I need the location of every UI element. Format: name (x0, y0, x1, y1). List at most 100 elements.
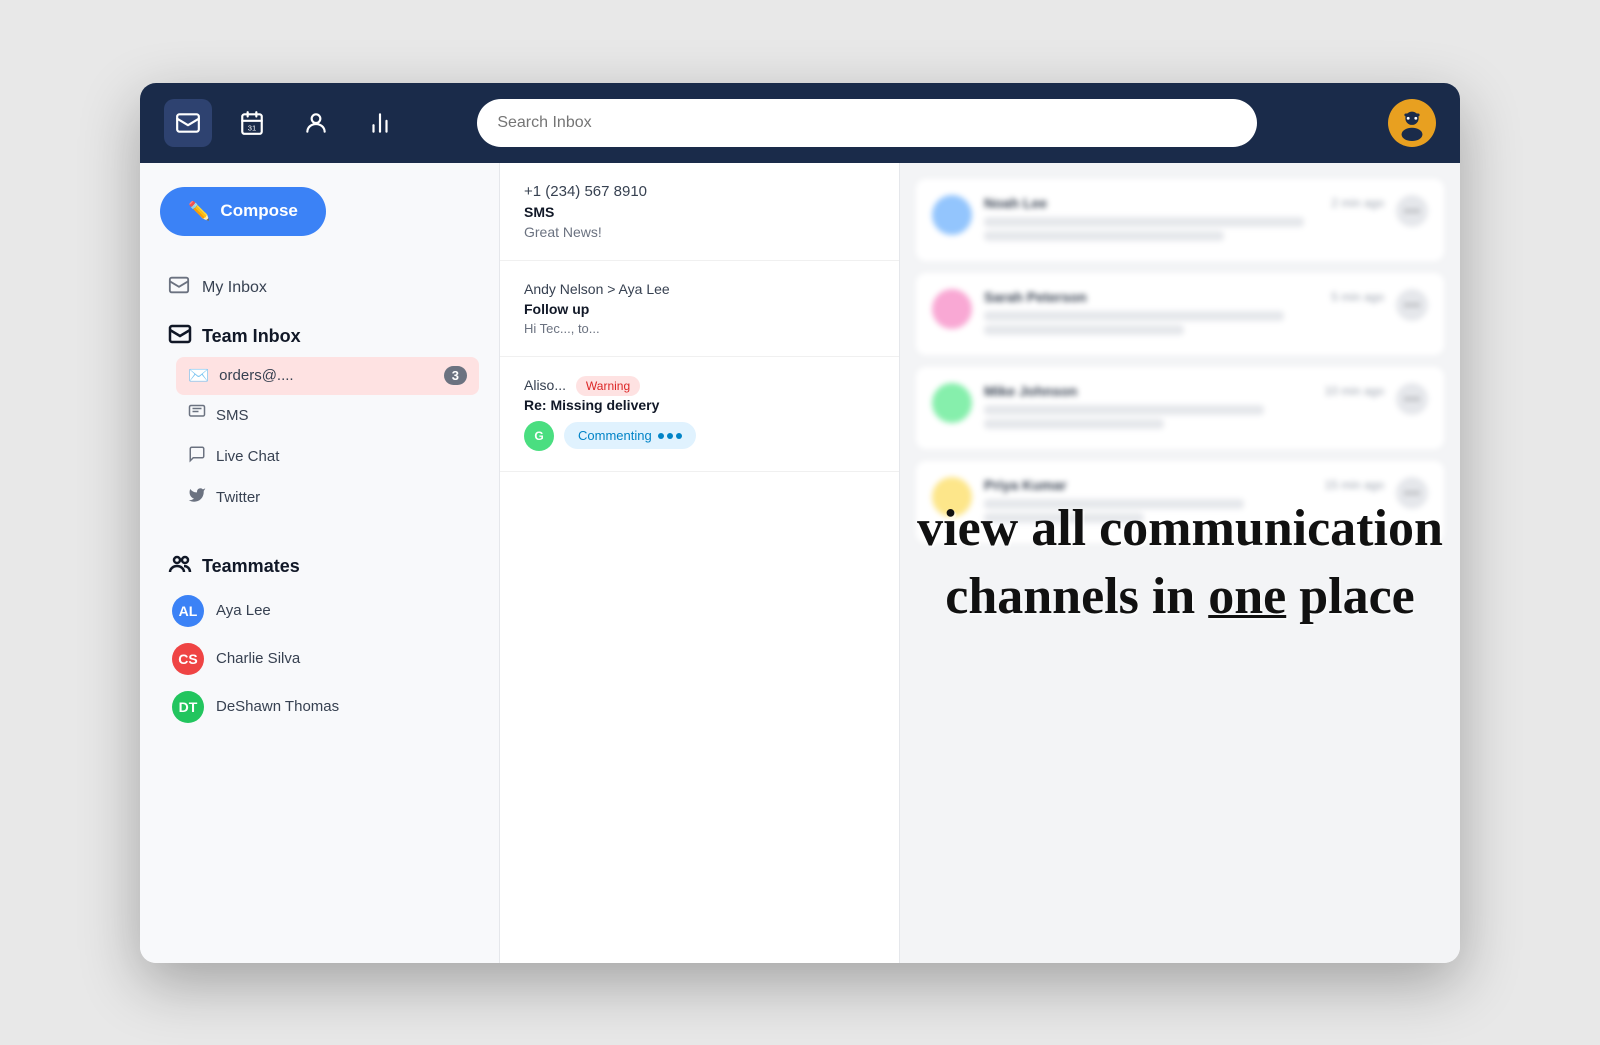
inbox-icon (168, 274, 190, 302)
typing-dots (658, 433, 682, 439)
right-text-line-2b (984, 325, 1184, 335)
conv-subject-delivery: Re: Missing delivery (524, 397, 875, 413)
conversation-item-sms[interactable]: +1 (234) 567 8910 SMS Great News! (500, 163, 899, 261)
overlay-line2: channels in one place (945, 563, 1415, 631)
right-name-row-4: Priya Kumar 15 min ago (984, 477, 1384, 493)
twitter-icon (188, 486, 206, 509)
live-chat-label: Live Chat (216, 448, 279, 465)
nav-analytics-btn[interactable] (356, 99, 404, 147)
inbox-sub-item-live-chat[interactable]: Live Chat (176, 436, 479, 477)
right-panel: Noah Lee 2 min ago ⋯ Sarah Peterson (900, 163, 1460, 963)
sidebar: ✏️ Compose My Inbox (140, 163, 500, 963)
compose-button[interactable]: ✏️ Compose (160, 187, 326, 236)
right-content-3: Mike Johnson 10 min ago (984, 383, 1384, 433)
overlay-underline-word: one (1208, 568, 1286, 625)
right-text-line-1a (984, 217, 1304, 227)
right-time-4: 15 min ago (1325, 478, 1384, 492)
teammate-item-aya[interactable]: AL Aya Lee (160, 587, 479, 635)
conv-body-followup: Hi Tec..., to... (524, 321, 875, 336)
right-item-1[interactable]: Noah Lee 2 min ago ⋯ (916, 179, 1444, 261)
right-panel-items: Noah Lee 2 min ago ⋯ Sarah Peterson (900, 163, 1460, 559)
orders-badge: 3 (444, 366, 467, 385)
right-text-line-3a (984, 405, 1264, 415)
teammate-name-charlie: Charlie Silva (216, 650, 300, 667)
right-avatar-4 (932, 477, 972, 517)
conv-phone: +1 (234) 567 8910 (524, 183, 875, 200)
conv-from-aliso: Aliso... Warning (524, 377, 875, 393)
inbox-sub-item-orders[interactable]: ✉️ orders@.... 3 (176, 357, 479, 395)
teammate-item-charlie[interactable]: CS Charlie Silva (160, 635, 479, 683)
right-text-line-4b (984, 513, 1144, 523)
conv-subject-followup: Follow up (524, 301, 875, 317)
teammate-avatar-aya: AL (172, 595, 204, 627)
conversation-item-missing-delivery[interactable]: Aliso... Warning Re: Missing delivery G … (500, 357, 899, 472)
more-btn-2[interactable]: ⋯ (1396, 289, 1428, 321)
right-time-2: 5 min ago (1331, 290, 1384, 304)
search-input[interactable] (477, 99, 1257, 147)
commenting-badge: Commenting (564, 422, 696, 449)
right-item-3[interactable]: Mike Johnson 10 min ago ⋯ (916, 367, 1444, 449)
teammates-label: Teammates (202, 556, 300, 577)
right-avatar-3 (932, 383, 972, 423)
dot-3 (676, 433, 682, 439)
middle-panel: +1 (234) 567 8910 SMS Great News! Andy N… (500, 163, 900, 963)
right-name-3: Mike Johnson (984, 383, 1077, 399)
my-inbox-label: My Inbox (202, 279, 267, 297)
right-content-4: Priya Kumar 15 min ago (984, 477, 1384, 527)
email-icon: ✉️ (188, 366, 209, 386)
right-time-3: 10 min ago (1325, 384, 1384, 398)
commenting-text: Commenting (578, 428, 652, 443)
right-text-line-1b (984, 231, 1224, 241)
user-avatar-nav[interactable] (1388, 99, 1436, 147)
team-inbox-icon (168, 322, 192, 351)
teammates-icon (168, 552, 192, 581)
main-area: ✏️ Compose My Inbox (140, 163, 1460, 963)
nav-contacts-btn[interactable] (292, 99, 340, 147)
right-name-row-1: Noah Lee 2 min ago (984, 195, 1384, 211)
team-inbox-label: Team Inbox (202, 326, 301, 347)
svg-text:31: 31 (248, 123, 256, 132)
more-btn-4[interactable]: ⋯ (1396, 477, 1428, 509)
nav-calendar-btn[interactable]: 31 (228, 99, 276, 147)
conv-type: SMS (524, 204, 875, 220)
teammate-name-deshawn: DeShawn Thomas (216, 698, 339, 715)
compose-label: Compose (220, 201, 297, 221)
inbox-sub-item-sms[interactable]: SMS (176, 395, 479, 436)
right-item-2[interactable]: Sarah Peterson 5 min ago ⋯ (916, 273, 1444, 355)
nav-inbox-btn[interactable] (164, 99, 212, 147)
conv-name-text: Aliso... (524, 377, 566, 393)
sidebar-item-my-inbox[interactable]: My Inbox (160, 264, 479, 312)
teammates-section: Teammates AL Aya Lee CS Charlie Silva DT… (160, 542, 479, 731)
conv-preview: Great News! (524, 224, 875, 240)
twitter-label: Twitter (216, 489, 260, 506)
right-avatar-1 (932, 195, 972, 235)
chat-icon (188, 445, 206, 468)
inbox-sub-item-twitter[interactable]: Twitter (176, 477, 479, 518)
right-name-4: Priya Kumar (984, 477, 1066, 493)
conversation-item-followup[interactable]: Andy Nelson > Aya Lee Follow up Hi Tec..… (500, 261, 899, 357)
teammate-name-aya: Aya Lee (216, 602, 271, 619)
right-name-2: Sarah Peterson (984, 289, 1087, 305)
right-avatar-2 (932, 289, 972, 329)
right-item-4[interactable]: Priya Kumar 15 min ago ⋯ (916, 461, 1444, 543)
conv-from-andy: Andy Nelson > Aya Lee (524, 281, 875, 297)
orders-label: orders@.... (219, 367, 293, 384)
more-btn-3[interactable]: ⋯ (1396, 383, 1428, 415)
dot-2 (667, 433, 673, 439)
right-text-line-2a (984, 311, 1284, 321)
teammate-item-deshawn[interactable]: DT DeShawn Thomas (160, 683, 479, 731)
teammate-avatar-deshawn: DT (172, 691, 204, 723)
teammates-header: Teammates (160, 542, 479, 587)
right-content-1: Noah Lee 2 min ago (984, 195, 1384, 245)
sms-label: SMS (216, 407, 249, 424)
more-btn-1[interactable]: ⋯ (1396, 195, 1428, 227)
search-bar-container (477, 99, 1257, 147)
inbox-sub-items: ✉️ orders@.... 3 SMS (176, 357, 479, 518)
right-name-1: Noah Lee (984, 195, 1047, 211)
warning-tag: Warning (576, 376, 640, 396)
top-nav: 31 (140, 83, 1460, 163)
right-text-line-4a (984, 499, 1244, 509)
sidebar-team-inbox-header[interactable]: Team Inbox (160, 312, 479, 357)
compose-icon: ✏️ (188, 201, 210, 222)
right-name-row-3: Mike Johnson 10 min ago (984, 383, 1384, 399)
